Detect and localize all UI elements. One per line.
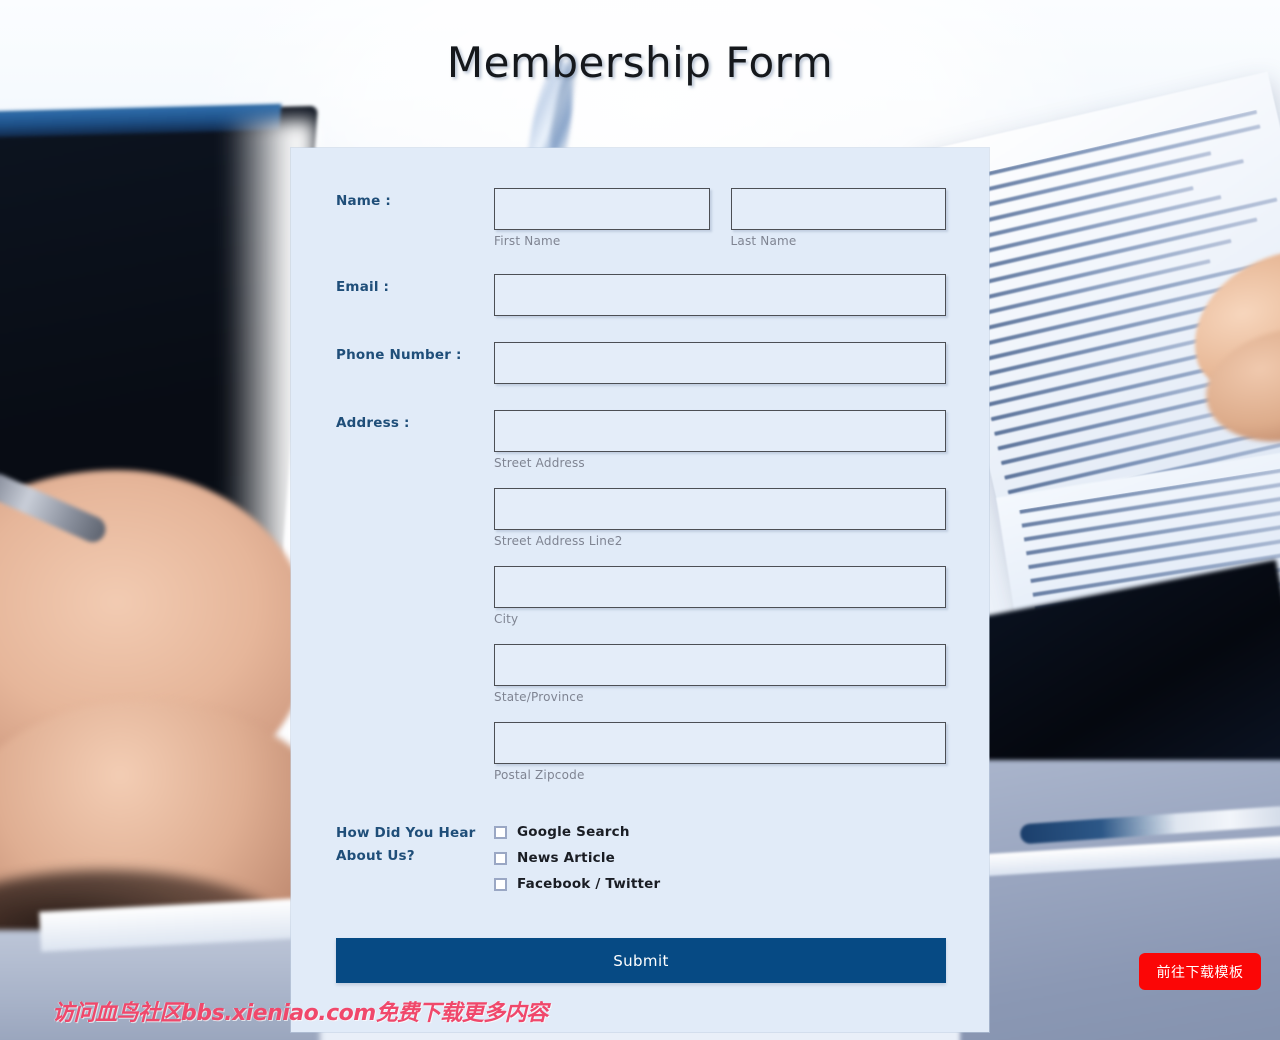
- checkbox-box-icon[interactable]: [494, 877, 507, 891]
- submit-button[interactable]: Submit: [336, 938, 946, 983]
- field-row-address: Address : Street Address Street Address …: [336, 410, 946, 782]
- street-address-input[interactable]: [494, 410, 946, 452]
- field-row-name: Name : First Name Last Name: [336, 188, 946, 248]
- sublabel-street-address: Street Address: [494, 456, 585, 470]
- label-email: Email :: [336, 279, 390, 295]
- checkbox-option-google-search[interactable]: Google Search: [494, 824, 946, 840]
- label-name: Name :: [336, 193, 391, 209]
- address-line-street2: Street Address Line2: [494, 488, 946, 548]
- last-name-group: Last Name: [730, 188, 946, 248]
- address-line-state: State/Province: [494, 644, 946, 704]
- referral-option-list: Google Search News Article Facebook / Tw…: [494, 822, 946, 902]
- phone-controls: [494, 342, 946, 384]
- address-line-street: Street Address: [494, 410, 946, 470]
- last-name-input[interactable]: [730, 188, 946, 230]
- sublabel-street-address-line2: Street Address Line2: [494, 534, 623, 548]
- checkbox-label: Facebook / Twitter: [517, 876, 661, 892]
- label-address: Address :: [336, 415, 410, 431]
- checkbox-label: News Article: [517, 850, 616, 866]
- address-controls: Street Address Street Address Line2 City: [494, 410, 946, 782]
- sublabel-postal-zipcode: Postal Zipcode: [494, 768, 585, 782]
- name-input-pair: First Name Last Name: [494, 188, 946, 248]
- watermark-text: 访问血鸟社区bbs.xieniao.com免费下载更多内容: [52, 1001, 548, 1026]
- name-controls: First Name Last Name: [494, 188, 946, 248]
- field-row-phone: Phone Number :: [336, 342, 946, 384]
- label-how-did-you-hear-line1: How Did You Hear: [336, 825, 476, 841]
- first-name-group: First Name: [494, 188, 710, 248]
- field-row-email: Email :: [336, 274, 946, 316]
- email-input[interactable]: [494, 274, 946, 316]
- first-name-input[interactable]: [494, 188, 710, 230]
- desk-surface-right-shape: [960, 760, 1280, 1040]
- checkbox-option-news-article[interactable]: News Article: [494, 850, 946, 866]
- label-phone-number: Phone Number :: [336, 347, 462, 363]
- address-line-zip: Postal Zipcode: [494, 722, 946, 782]
- label-how-did-you-hear-line2: About Us?: [336, 848, 415, 865]
- page-title: Membership Form: [446, 38, 834, 87]
- email-controls: [494, 274, 946, 316]
- sublabel-state-province: State/Province: [494, 690, 584, 704]
- checkbox-label: Google Search: [517, 824, 630, 840]
- sublabel-last-name: Last Name: [730, 234, 797, 248]
- form-fields-container: Name : First Name Last Name Email: Phon…: [336, 188, 946, 983]
- postal-zipcode-input[interactable]: [494, 722, 946, 764]
- label-how-did-you-hear: How Did You Hear About Us?: [336, 822, 494, 868]
- screenshot-root: Membership Form Name : First Name Last N…: [0, 0, 1280, 1040]
- membership-form-panel: Name : First Name Last Name Email: Phon…: [291, 148, 989, 1032]
- city-input[interactable]: [494, 566, 946, 608]
- checkbox-box-icon[interactable]: [494, 825, 507, 839]
- street-address-line2-input[interactable]: [494, 488, 946, 530]
- phone-number-input[interactable]: [494, 342, 946, 384]
- download-template-button[interactable]: 前往下载模板: [1139, 953, 1261, 990]
- sublabel-city: City: [494, 612, 519, 626]
- checkbox-box-icon[interactable]: [494, 851, 507, 865]
- sublabel-first-name: First Name: [494, 234, 561, 248]
- state-province-input[interactable]: [494, 644, 946, 686]
- field-row-referral: How Did You Hear About Us? Google Search…: [336, 822, 946, 902]
- address-line-city: City: [494, 566, 946, 626]
- checkbox-option-facebook-twitter[interactable]: Facebook / Twitter: [494, 876, 946, 892]
